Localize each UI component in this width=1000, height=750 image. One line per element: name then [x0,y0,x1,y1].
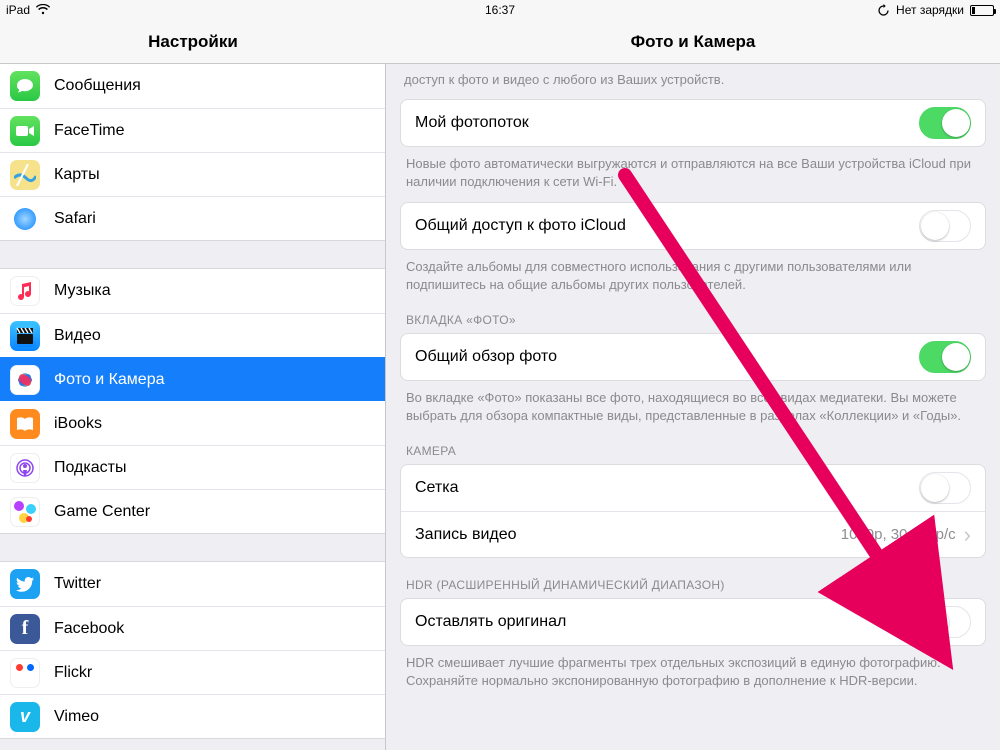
row-label: Мой фотопоток [415,114,529,132]
book-icon [10,409,40,439]
clapper-icon [10,321,40,351]
section-header-camera: КАМЕРА [400,424,986,464]
sidebar-item-label: Twitter [54,575,373,593]
detail-pane[interactable]: доступ к фото и видео с любого из Ваших … [386,64,1000,750]
toggle-keep-normal-photo[interactable] [919,606,971,638]
game-center-icon [10,497,40,527]
sidebar-item-facetime[interactable]: FaceTime [0,108,385,152]
sidebar-item-vimeo[interactable]: v Vimeo [0,694,385,738]
sidebar-item-video[interactable]: Видео [0,313,385,357]
sidebar-item-label: Vimeo [54,708,373,726]
row-record-video[interactable]: Запись видео 1080p, 30 кадр/с › [401,511,985,557]
music-note-icon [10,276,40,306]
sidebar-item-label: Facebook [54,620,373,638]
footnote-summarize-photos: Во вкладке «Фото» показаны все фото, нах… [400,381,986,424]
charging-label: Нет зарядки [896,3,964,17]
sidebar-item-label: iBooks [54,415,373,433]
row-summarize-photos[interactable]: Общий обзор фото [401,334,985,380]
toggle-summarize-photos[interactable] [919,341,971,373]
clock: 16:37 [485,3,515,17]
podcast-icon [10,453,40,483]
row-icloud-photo-sharing[interactable]: Общий доступ к фото iCloud [401,203,985,249]
record-video-value: 1080p, 30 кадр/с [841,526,956,543]
sidebar-item-label: Фото и Камера [54,371,373,389]
device-label: iPad [6,3,30,17]
sidebar-item-game-center[interactable]: Game Center [0,489,385,533]
row-label: Оставлять оригинал [415,613,566,631]
toggle-my-photo-stream[interactable] [919,107,971,139]
facebook-icon: f [10,614,40,644]
footnote-hdr: HDR смешивает лучшие фрагменты трех отде… [400,646,986,689]
flickr-icon [10,658,40,688]
section-header-photos-tab: ВКЛАДКА «ФОТО» [400,293,986,333]
compass-icon [10,204,40,234]
row-label: Общий обзор фото [415,348,557,366]
twitter-icon [10,569,40,599]
toggle-grid[interactable] [919,472,971,504]
status-bar: iPad 16:37 Нет зарядки [0,0,1000,20]
sidebar-item-flickr[interactable]: Flickr [0,650,385,694]
sidebar-item-label: Safari [54,210,373,228]
nav-headers: Настройки Фото и Камера [0,20,1000,64]
vimeo-icon: v [10,702,40,732]
sidebar-item-label: Подкасты [54,459,373,477]
intro-footnote: доступ к фото и видео с любого из Ваших … [400,64,986,99]
speech-bubble-icon [10,71,40,101]
chevron-right-icon: › [964,524,971,546]
video-camera-icon [10,116,40,146]
toggle-icloud-photo-sharing[interactable] [919,210,971,242]
section-header-hdr: HDR (РАСШИРЕННЫЙ ДИНАМИЧЕСКИЙ ДИАПАЗОН) [400,558,986,598]
sidebar-item-messages[interactable]: Сообщения [0,64,385,108]
sidebar-item-safari[interactable]: Safari [0,196,385,240]
sidebar-item-facebook[interactable]: f Facebook [0,606,385,650]
sidebar-item-label: Game Center [54,503,373,521]
sidebar-item-twitter[interactable]: Twitter [0,562,385,606]
row-keep-normal-photo[interactable]: Оставлять оригинал [401,599,985,645]
sidebar-item-music[interactable]: Музыка [0,269,385,313]
not-charging-icon [877,4,890,17]
sidebar-item-label: FaceTime [54,122,373,140]
row-my-photo-stream[interactable]: Мой фотопоток [401,100,985,146]
wifi-icon [36,3,50,18]
sidebar-item-label: Карты [54,166,373,184]
sidebar-item-photos-camera[interactable]: Фото и Камера [0,357,385,401]
sidebar-item-maps[interactable]: Карты [0,152,385,196]
footnote-icloud-sharing: Создайте альбомы для совместного использ… [400,250,986,293]
sidebar-item-ibooks[interactable]: iBooks [0,401,385,445]
row-label: Общий доступ к фото iCloud [415,217,626,235]
footnote-photo-stream: Новые фото автоматически выгружаются и о… [400,147,986,190]
sidebar-item-label: Музыка [54,282,373,300]
row-label: Сетка [415,479,459,497]
row-grid[interactable]: Сетка [401,465,985,511]
row-label: Запись видео [415,526,517,544]
detail-title: Фото и Камера [386,20,1000,63]
sidebar-item-podcasts[interactable]: Подкасты [0,445,385,489]
maps-icon [10,160,40,190]
sidebar-item-label: Видео [54,327,373,345]
sidebar-item-label: Сообщения [54,77,373,95]
settings-title: Настройки [0,20,386,63]
photos-flower-icon [10,365,40,395]
settings-sidebar[interactable]: Сообщения FaceTime Карты Safari [0,64,386,750]
sidebar-item-label: Flickr [54,664,373,682]
battery-icon [970,5,994,16]
